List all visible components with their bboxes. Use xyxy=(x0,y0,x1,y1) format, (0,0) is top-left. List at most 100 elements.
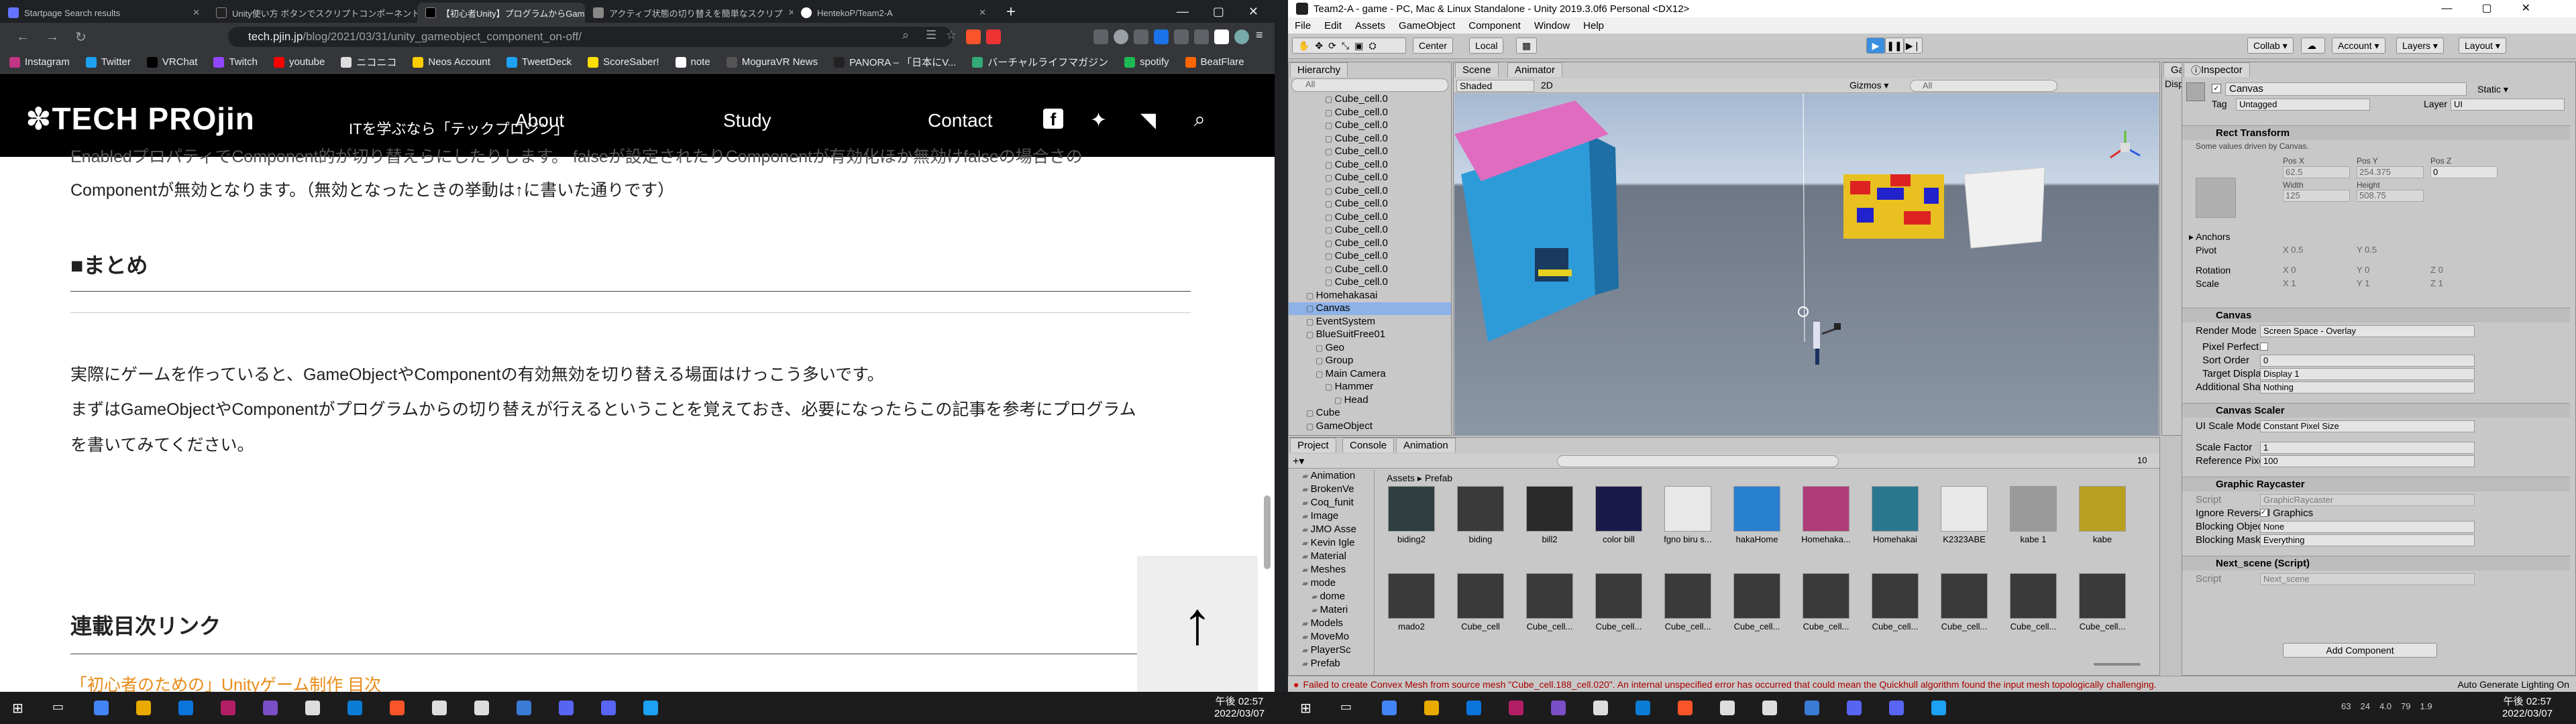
taskbar-app-icon[interactable] xyxy=(1847,701,1862,715)
taskbar-app-icon[interactable] xyxy=(601,701,616,715)
hierarchy-item[interactable]: ▢ Geo xyxy=(1289,342,1451,355)
static-toggle[interactable]: Static ▾ xyxy=(2477,84,2508,95)
taskbar-app-icon[interactable] xyxy=(1678,701,1693,715)
twitter-icon[interactable]: ✦ xyxy=(1090,109,1107,132)
hierarchy-item[interactable]: ▢ Homehakasai xyxy=(1289,290,1451,302)
taskbar-clock[interactable]: 午後 02:57 2022/03/07 xyxy=(1214,696,1265,720)
taskbar-app-icon[interactable] xyxy=(1889,701,1904,715)
bookmark-item[interactable]: TweetDeck xyxy=(506,56,572,68)
pixel-perfect-checkbox[interactable] xyxy=(2260,343,2268,351)
profile-avatar[interactable] xyxy=(1234,29,1249,44)
nav-contact[interactable]: Contact xyxy=(928,110,993,131)
prefab-asset[interactable]: Cube_cell... xyxy=(2074,573,2131,631)
browser-tab-0[interactable]: Startpage Search results ✕ xyxy=(0,3,208,23)
minimize-button[interactable]: — xyxy=(1177,5,1189,19)
extension-icon[interactable] xyxy=(1114,29,1128,44)
bookmark-item[interactable]: BeatFlare xyxy=(1185,56,1244,68)
tab-hierarchy[interactable]: Hierarchy xyxy=(1290,62,1348,77)
hierarchy-item[interactable]: ▢ Cube_cell.0 xyxy=(1289,263,1451,276)
task-view-icon[interactable]: ▭ xyxy=(1340,700,1352,714)
folder-item[interactable]: ▰ Material xyxy=(1289,550,1346,563)
bookmark-item[interactable]: MoguraVR News xyxy=(726,56,818,68)
folder-item[interactable]: ▰ Animation xyxy=(1289,470,1355,483)
ignore-reversed-checkbox[interactable]: ✓ xyxy=(2260,509,2268,517)
nav-study[interactable]: Study xyxy=(723,110,771,131)
hierarchy-item[interactable]: ▢ EventSystem xyxy=(1289,316,1451,328)
prefab-asset[interactable]: Cube_cell... xyxy=(2004,573,2062,631)
transform-tools[interactable]: ✋✥⟳⤡▣⛭ xyxy=(1292,38,1406,54)
breadcrumb-prefab[interactable]: Prefab xyxy=(1425,473,1452,483)
taskbar-app-icon[interactable] xyxy=(1593,701,1608,715)
prefab-asset[interactable]: Cube_cell... xyxy=(1659,573,1717,631)
scene-search-input[interactable]: All xyxy=(1910,80,2057,92)
taskbar-app-icon[interactable] xyxy=(1466,701,1481,715)
console-error-message[interactable]: Failed to create Convex Mesh from source… xyxy=(1303,679,2296,690)
windows-start-icon[interactable]: ⊞ xyxy=(1300,700,1311,717)
folder-item[interactable]: ▰ Prefab xyxy=(1289,658,1340,670)
hierarchy-item[interactable]: ▢ BlueSuitFree01 xyxy=(1289,328,1451,341)
taskbar-app-icon[interactable] xyxy=(1424,701,1439,715)
folder-item[interactable]: ▰ Coq_funit xyxy=(1289,497,1354,509)
add-component-button[interactable]: Add Component xyxy=(2283,643,2437,658)
gizmos-dropdown[interactable]: Gizmos ▾ xyxy=(1849,80,1888,91)
notifications-icon[interactable] xyxy=(986,29,1001,44)
folder-item[interactable]: ▰ Image xyxy=(1289,510,1338,523)
collab-button[interactable]: Collab ▾ xyxy=(2247,38,2294,54)
close-tab-icon[interactable]: ✕ xyxy=(973,7,986,18)
breadcrumb-assets[interactable]: Assets xyxy=(1387,473,1415,483)
hierarchy-item[interactable]: ▢ Cube_cell.0 xyxy=(1289,224,1451,237)
zoom-icon[interactable]: ⌕ xyxy=(902,28,909,42)
taskbar-app-icon[interactable] xyxy=(1931,701,1946,715)
taskbar-app-icon[interactable] xyxy=(305,701,320,715)
taskbar-app-icon[interactable] xyxy=(390,701,405,715)
orientation-gizmo-icon[interactable] xyxy=(2110,131,2141,159)
pivot-toggle[interactable]: Center xyxy=(1413,38,1454,54)
prefab-asset[interactable]: Homehaka... xyxy=(1797,486,1855,544)
scale-x-field[interactable]: X 1 xyxy=(2283,278,2296,288)
browser-tab-4[interactable]: HentekoP/Team2-A ✕ xyxy=(793,3,994,23)
menu-icon[interactable]: ≡ xyxy=(1256,28,1263,42)
height-field[interactable]: 508.75 xyxy=(2357,190,2424,202)
bookmark-item[interactable]: ニコニコ xyxy=(341,55,396,69)
taskbar-app-icon[interactable] xyxy=(474,701,489,715)
prefab-asset[interactable]: Cube_cell... xyxy=(1728,573,1786,631)
bookmark-item[interactable]: spotify xyxy=(1124,56,1169,68)
pivot-x-field[interactable]: X 0.5 xyxy=(2283,245,2303,255)
reader-icon[interactable]: ☰ xyxy=(926,28,936,42)
search-icon[interactable]: ⌕ xyxy=(1194,109,1205,131)
prefab-asset[interactable]: kabe xyxy=(2074,486,2131,544)
bookmark-item[interactable]: PANORA – 「日本にV... xyxy=(834,55,956,69)
tab-console[interactable]: Console xyxy=(1342,438,1395,452)
tab-animator[interactable]: Animator xyxy=(1507,62,1563,77)
grid-snap-button[interactable]: ▦ xyxy=(1516,38,1538,54)
bookmark-item[interactable]: Instagram xyxy=(9,56,70,68)
taskbar-app-icon[interactable] xyxy=(221,701,235,715)
prefab-asset[interactable]: Cube_cell... xyxy=(1935,573,1993,631)
browser-tab-1[interactable]: Unity使い方 ボタンでスクリプトコンポーネント ✕ xyxy=(208,3,417,23)
pos-y-field[interactable]: 254.375 xyxy=(2357,166,2424,178)
prefab-asset[interactable]: color bill xyxy=(1590,486,1648,544)
taskbar-app-icon[interactable] xyxy=(136,701,151,715)
layout-dropdown[interactable]: Layout ▾ xyxy=(2459,38,2506,54)
script-field[interactable]: GraphicRaycaster xyxy=(2260,494,2475,506)
prefab-asset[interactable]: Homehakai xyxy=(1866,486,1924,544)
folder-item[interactable]: ▰ mode xyxy=(1289,577,1336,590)
bookmark-item[interactable]: Twitch xyxy=(213,56,258,68)
taskbar-app-icon[interactable] xyxy=(1382,701,1397,715)
prefab-asset[interactable]: Cube_cell xyxy=(1452,573,1509,631)
url-bar[interactable]: tech.pjin.jp/blog/2021/03/31/unity_gameo… xyxy=(228,27,953,47)
thumbnail-size-slider[interactable] xyxy=(2094,663,2141,666)
forward-icon[interactable]: → xyxy=(46,29,59,45)
hierarchy-search-input[interactable]: All xyxy=(1291,78,1448,92)
prefab-asset[interactable]: fgno biru s... xyxy=(1659,486,1717,544)
nav-about[interactable]: About xyxy=(515,110,564,131)
shading-dropdown[interactable]: Shaded xyxy=(1456,80,1534,92)
anchor-preset-button[interactable] xyxy=(2196,178,2236,218)
taskbar-app-icon[interactable] xyxy=(1509,701,1523,715)
taskbar-app-icon[interactable] xyxy=(643,701,658,715)
window-controls[interactable]: —▢✕ xyxy=(2441,1,2560,15)
bookmark-item[interactable]: ScoreSaber! xyxy=(588,56,659,68)
bookmark-item[interactable]: Twitter xyxy=(85,56,131,68)
blocking-objects-dropdown[interactable]: None xyxy=(2260,521,2475,533)
rss-icon[interactable]: ◥ xyxy=(1140,109,1156,132)
